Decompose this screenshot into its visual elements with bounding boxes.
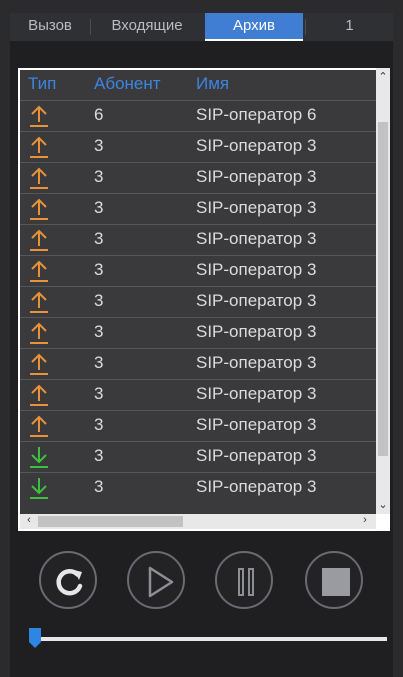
tab-incoming[interactable]: Входящие <box>91 13 203 41</box>
name-cell: SIP-оператор 3 <box>196 353 317 372</box>
name-cell: SIP-оператор 3 <box>196 198 317 217</box>
pause-icon <box>238 568 254 596</box>
name-cell: SIP-оператор 3 <box>196 477 317 496</box>
name-cell: SIP-оператор 3 <box>196 415 317 434</box>
tab-archive[interactable]: Архив <box>205 13 303 41</box>
app-window: Вызов Входящие Архив 1 Тип Абонент Имя 6… <box>0 0 403 677</box>
outgoing-call-icon <box>30 353 48 375</box>
outgoing-call-icon <box>30 260 48 282</box>
name-cell: SIP-оператор 3 <box>196 322 317 341</box>
table-row[interactable]: 3 SIP-оператор 3 <box>20 193 376 224</box>
subscriber-cell: 3 <box>94 229 104 248</box>
outgoing-call-icon <box>30 167 48 189</box>
play-icon <box>148 566 174 598</box>
name-cell: SIP-оператор 3 <box>196 260 317 279</box>
name-cell: SIP-оператор 3 <box>196 167 317 186</box>
name-cell: SIP-оператор 3 <box>196 229 317 248</box>
table-row[interactable]: 3 SIP-оператор 3 <box>20 286 376 317</box>
pause-button[interactable] <box>215 551 273 609</box>
playback-slider-handle[interactable] <box>28 627 42 649</box>
header-type[interactable]: Тип <box>28 74 56 94</box>
playback-slider-track[interactable] <box>34 637 387 641</box>
outgoing-call-icon <box>30 229 48 251</box>
vertical-scrollbar[interactable]: ⌃ ⌄ <box>376 68 390 514</box>
refresh-icon <box>56 568 83 596</box>
name-cell: SIP-оператор 6 <box>196 105 317 124</box>
table-header: Тип Абонент Имя <box>20 70 376 100</box>
subscriber-cell: 3 <box>94 322 104 341</box>
tab-line-1[interactable]: 1 <box>306 13 393 41</box>
name-cell: SIP-оператор 3 <box>196 291 317 310</box>
header-subscriber[interactable]: Абонент <box>94 74 161 94</box>
subscriber-cell: 3 <box>94 291 104 310</box>
vertical-scroll-thumb[interactable] <box>378 122 388 456</box>
scroll-right-icon[interactable]: › <box>358 514 372 526</box>
incoming-call-icon <box>30 447 48 468</box>
scroll-left-icon[interactable]: ‹ <box>22 514 36 526</box>
header-name[interactable]: Имя <box>196 74 229 94</box>
outgoing-call-icon <box>30 415 48 437</box>
table-row[interactable]: 3 SIP-оператор 3 <box>20 472 376 503</box>
subscriber-cell: 3 <box>94 198 104 217</box>
outgoing-call-icon <box>30 322 48 344</box>
subscriber-cell: 3 <box>94 477 104 496</box>
scroll-up-icon[interactable]: ⌃ <box>376 70 390 83</box>
subscriber-cell: 3 <box>94 167 104 186</box>
play-button[interactable] <box>127 551 185 609</box>
stop-icon <box>322 568 350 596</box>
outgoing-call-icon <box>30 198 48 220</box>
table-row[interactable]: 3 SIP-оператор 3 <box>20 441 376 472</box>
table-row[interactable]: 3 SIP-оператор 3 <box>20 379 376 410</box>
incoming-call-icon <box>30 478 48 499</box>
outgoing-call-icon <box>30 384 48 406</box>
table-body: Тип Абонент Имя 6 SIP-оператор 6 3 SIP-опер… <box>20 70 376 514</box>
horizontal-scrollbar[interactable]: ‹ › <box>20 514 376 529</box>
outgoing-call-icon <box>30 291 48 313</box>
table-row[interactable]: 6 SIP-оператор 6 <box>20 100 376 131</box>
subscriber-cell: 6 <box>94 105 104 124</box>
horizontal-scroll-thumb[interactable] <box>38 516 183 527</box>
table-row[interactable]: 3 SIP-оператор 3 <box>20 162 376 193</box>
subscriber-cell: 3 <box>94 446 104 465</box>
stop-button[interactable] <box>305 551 363 609</box>
tab-bar: Вызов Входящие Архив 1 <box>10 13 393 41</box>
table-row[interactable]: 3 SIP-оператор 3 <box>20 317 376 348</box>
table-row[interactable]: 3 SIP-оператор 3 <box>20 255 376 286</box>
subscriber-cell: 3 <box>94 384 104 403</box>
table-row[interactable]: 3 SIP-оператор 3 <box>20 348 376 379</box>
scroll-down-icon[interactable]: ⌄ <box>376 498 390 511</box>
table-row[interactable]: 3 SIP-оператор 3 <box>20 131 376 162</box>
subscriber-cell: 3 <box>94 260 104 279</box>
name-cell: SIP-оператор 3 <box>196 136 317 155</box>
table-row[interactable]: 3 SIP-оператор 3 <box>20 410 376 441</box>
subscriber-cell: 3 <box>94 136 104 155</box>
subscriber-cell: 3 <box>94 415 104 434</box>
outgoing-call-icon <box>30 105 48 127</box>
outgoing-call-icon <box>30 136 48 158</box>
call-log-table: Тип Абонент Имя 6 SIP-оператор 6 3 SIP-опер… <box>18 68 390 531</box>
name-cell: SIP-оператор 3 <box>196 384 317 403</box>
subscriber-cell: 3 <box>94 353 104 372</box>
name-cell: SIP-оператор 3 <box>196 446 317 465</box>
table-row[interactable]: 3 SIP-оператор 3 <box>20 224 376 255</box>
tab-call[interactable]: Вызов <box>10 13 90 41</box>
refresh-button[interactable] <box>39 551 97 609</box>
